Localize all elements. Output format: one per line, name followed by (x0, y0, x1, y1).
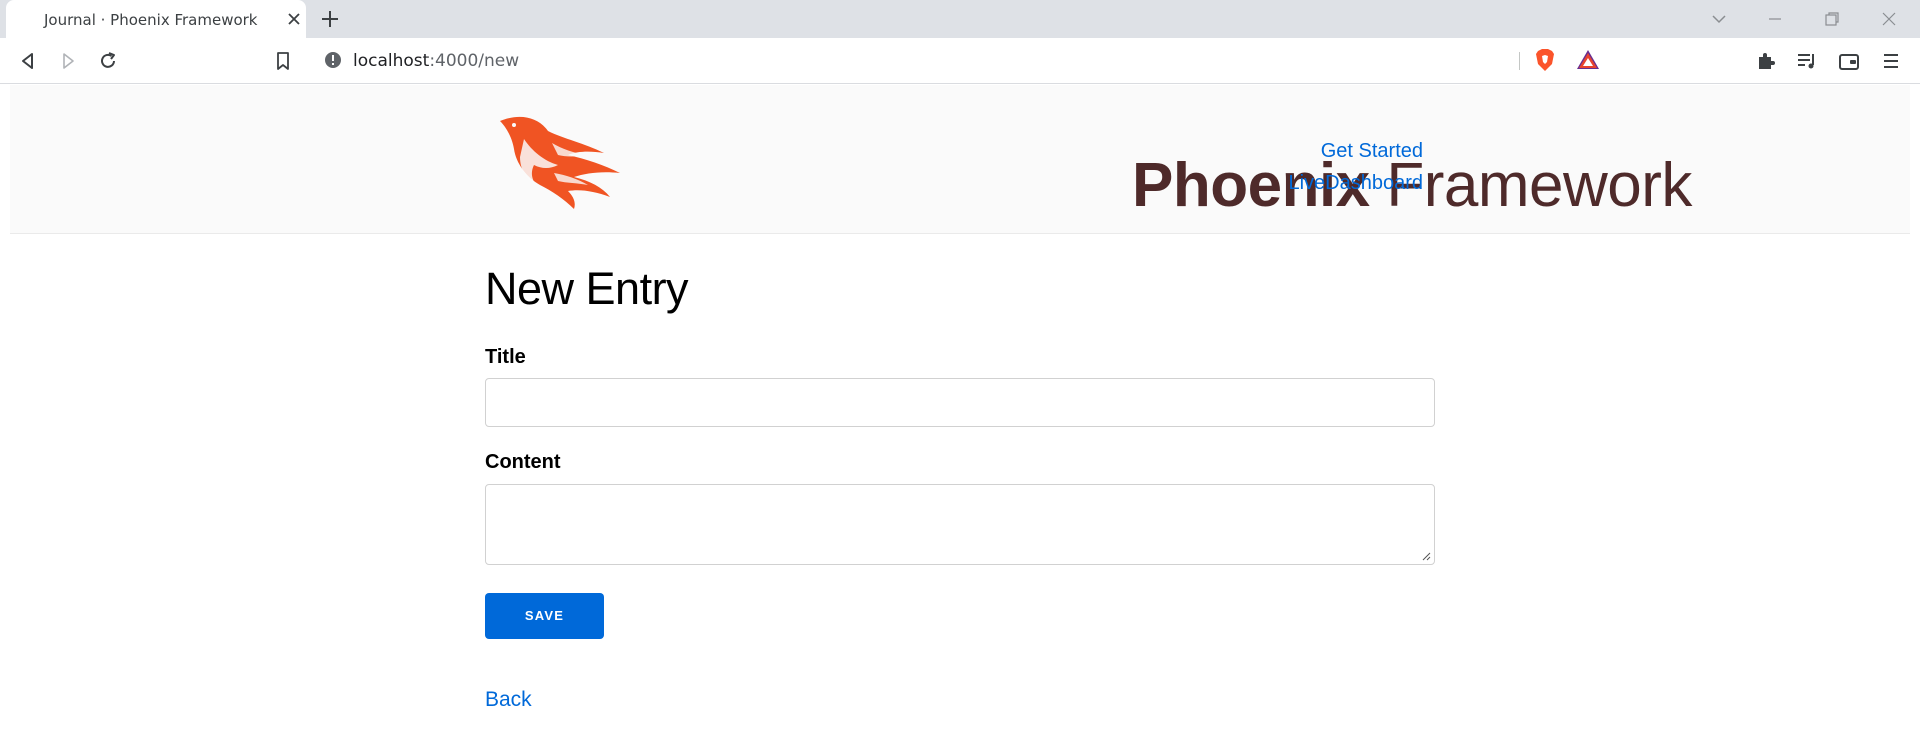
new-tab-icon[interactable] (318, 7, 342, 31)
url-text[interactable]: localhost:4000/new (353, 51, 519, 71)
reload-icon[interactable] (96, 49, 120, 73)
back-link[interactable]: Back (485, 688, 532, 712)
tab-search-icon[interactable] (1707, 7, 1731, 31)
phoenix-logo[interactable]: Phoenix Framework (494, 113, 1692, 220)
restore-icon[interactable] (1820, 7, 1844, 31)
resize-grip-icon[interactable] (1421, 551, 1431, 561)
nav-link-get-started[interactable]: Get Started (1288, 135, 1423, 167)
back-icon[interactable] (16, 49, 40, 73)
brave-rewards-icon[interactable] (1575, 48, 1601, 72)
url-host: localhost (353, 51, 430, 71)
wallet-icon[interactable] (1837, 49, 1861, 73)
info-icon[interactable] (324, 51, 342, 69)
title-label: Title (485, 346, 526, 368)
address-bar-divider (1519, 52, 1520, 70)
browser-tab[interactable]: Journal · Phoenix Framework (6, 0, 306, 38)
forward-icon[interactable] (56, 49, 80, 73)
minimize-icon[interactable] (1763, 7, 1787, 31)
title-input[interactable] (485, 378, 1435, 427)
url-path: :4000/new (429, 51, 520, 71)
address-bar[interactable]: localhost:4000/new (312, 43, 1608, 78)
tab-strip: Journal · Phoenix Framework (0, 0, 1920, 38)
nav-link-livedashboard[interactable]: LiveDashboard (1288, 167, 1423, 199)
brave-shields-icon[interactable] (1533, 47, 1557, 73)
media-queue-icon[interactable] (1795, 49, 1819, 73)
tab-close-icon[interactable] (284, 9, 304, 29)
header-nav: Get Started LiveDashboard (1288, 135, 1423, 199)
site-header: Phoenix Framework Get Started LiveDashbo… (10, 85, 1910, 234)
phoenix-flame-icon (500, 116, 620, 209)
browser-toolbar: localhost:4000/new (0, 38, 1920, 84)
close-window-icon[interactable] (1877, 7, 1901, 31)
save-button[interactable]: SAVE (485, 593, 604, 639)
bookmark-icon[interactable] (271, 49, 295, 73)
content-label: Content (485, 451, 561, 473)
tab-title: Journal · Phoenix Framework (44, 11, 258, 29)
content-textarea[interactable] (485, 484, 1435, 565)
page-title: New Entry (485, 263, 689, 314)
extensions-icon[interactable] (1754, 49, 1778, 73)
menu-icon[interactable] (1879, 49, 1903, 73)
